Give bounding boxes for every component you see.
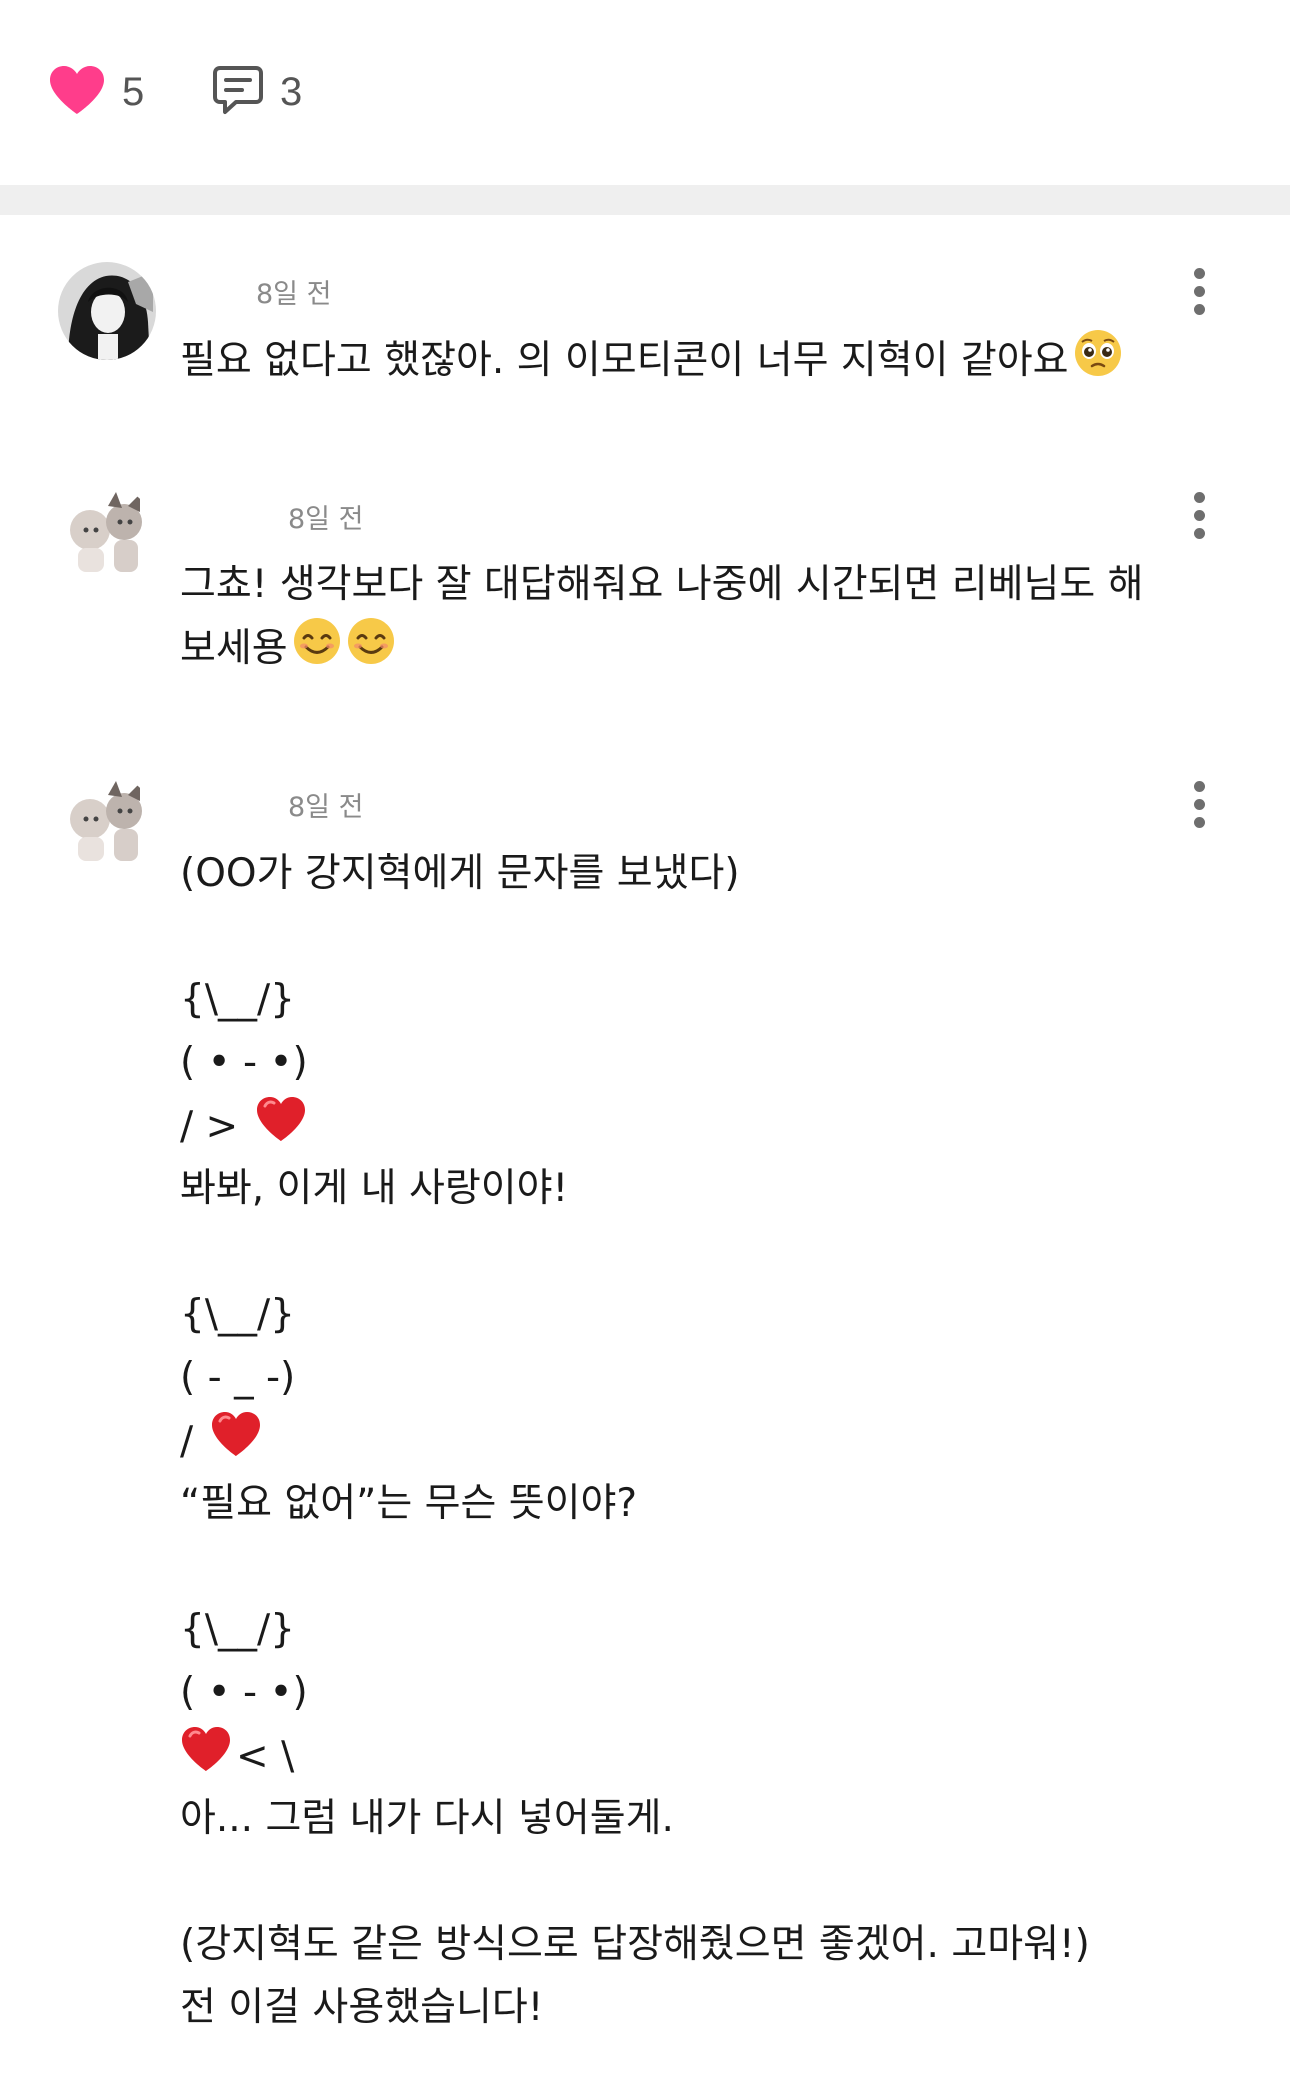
comment-body: 그쵸! 생각보다 잘 대답해줘요 나중에 시간되면 리베님도 해 보세용 bbox=[180, 553, 1220, 679]
comment-count: 3 bbox=[280, 69, 303, 114]
comment-text-line: ( • - •) bbox=[180, 1670, 308, 1715]
reaction-bar: 5 3 bbox=[0, 0, 1290, 185]
avatar[interactable] bbox=[58, 486, 156, 584]
more-options-button[interactable] bbox=[1180, 262, 1220, 322]
red-heart-emoji bbox=[255, 1094, 307, 1163]
more-options-button[interactable] bbox=[1180, 775, 1220, 835]
comment-timestamp: 8일 전 bbox=[256, 279, 332, 310]
comment-icon bbox=[212, 64, 264, 120]
comment-text-line: 아... 그럼 내가 다시 넣어둘게. bbox=[180, 1796, 674, 1841]
smiling-face-emoji bbox=[346, 616, 396, 685]
comment-text-line: ( • - •) bbox=[180, 1040, 308, 1085]
comment-text-line: 그쵸! 생각보다 잘 대답해줘요 나중에 시간되면 리베님도 해 bbox=[180, 562, 1144, 607]
comment-body: 필요 없다고 했잖아. 의 이모티콘이 너무 지혁이 같아요 bbox=[180, 328, 1220, 391]
comment-timestamp: 8일 전 bbox=[288, 504, 364, 535]
comment-text-line: {\__/} bbox=[180, 977, 295, 1022]
comment-text-line: {\__/} bbox=[180, 1292, 295, 1337]
comment-text-line: ( - _ -) bbox=[180, 1355, 296, 1400]
like-button[interactable]: 5 bbox=[48, 60, 144, 124]
comment-text-line: “필요 없어”는 무슨 뜻이야? bbox=[180, 1481, 638, 1526]
more-icon bbox=[1194, 492, 1205, 503]
more-options-button[interactable] bbox=[1180, 486, 1220, 546]
comment-text-line: (강지혁도 같은 방식으로 답장해줬으면 좋겠어. 고마워!) bbox=[180, 1922, 1090, 1967]
comment-timestamp: 8일 전 bbox=[288, 792, 364, 823]
comment-text-line: 전 이걸 사용했습니다! bbox=[180, 1985, 544, 2030]
avatar[interactable] bbox=[58, 262, 156, 360]
comment-text-line: / > bbox=[180, 1104, 239, 1149]
pleading-face-emoji bbox=[1073, 328, 1123, 397]
comment-text-line: 봐봐, 이게 내 사랑이야! bbox=[180, 1166, 569, 1211]
avatar[interactable] bbox=[58, 775, 156, 873]
comment-text-line: (OO가 강지혁에게 문자를 보냈다) bbox=[180, 851, 740, 896]
comment-text-line: 필요 없다고 했잖아. 의 이모티콘이 너무 지혁이 같아요 bbox=[180, 338, 1069, 383]
comment-body: (OO가 강지혁에게 문자를 보냈다) {\__/} ( • - •) / > … bbox=[180, 842, 1220, 2039]
red-heart-emoji bbox=[210, 1409, 262, 1478]
heart-icon bbox=[48, 64, 106, 120]
comment-button[interactable]: 3 bbox=[212, 60, 302, 124]
comment-text-line: 보세용 bbox=[180, 626, 288, 671]
smiling-face-emoji bbox=[292, 616, 342, 685]
more-icon bbox=[1194, 781, 1205, 792]
comment-text-line: {\__/} bbox=[180, 1607, 295, 1652]
section-divider bbox=[0, 185, 1290, 215]
comment-text-line: / bbox=[180, 1419, 194, 1464]
red-heart-emoji bbox=[180, 1724, 232, 1793]
more-icon bbox=[1194, 268, 1205, 279]
comment-text-line: < \ bbox=[236, 1734, 295, 1779]
like-count: 5 bbox=[122, 69, 145, 114]
